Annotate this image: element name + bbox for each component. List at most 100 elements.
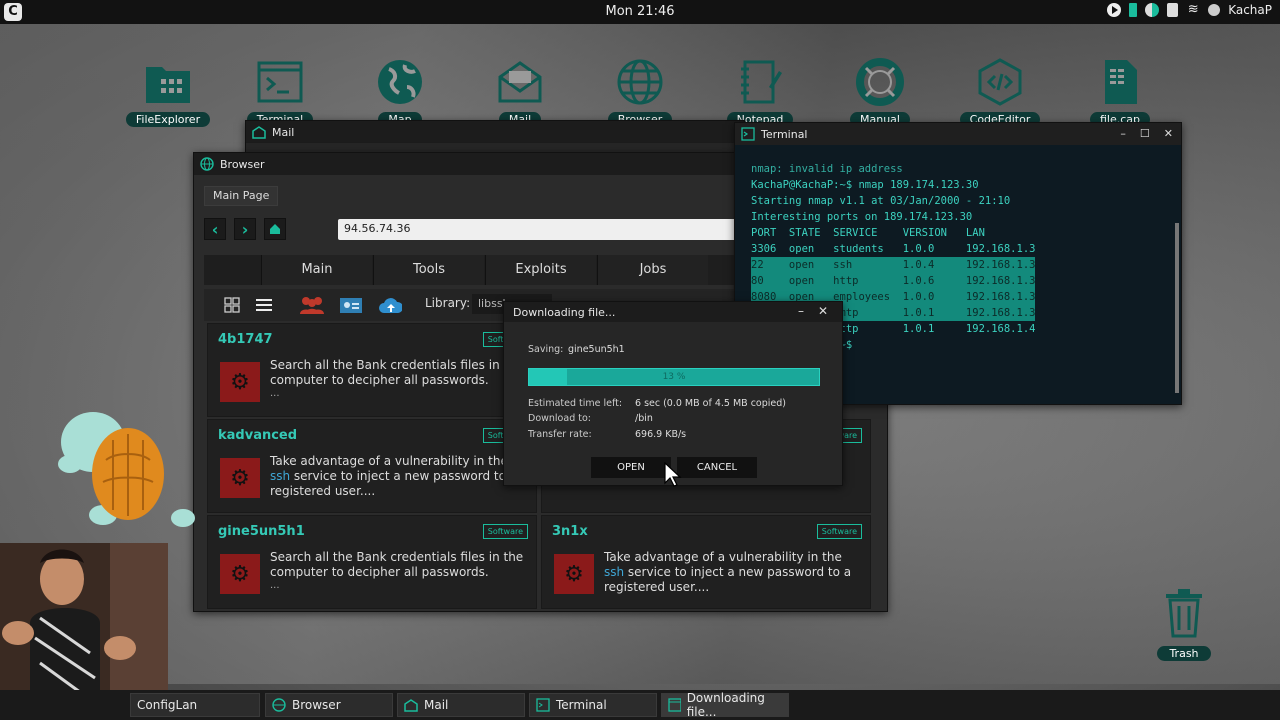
- terminal-icon: [536, 698, 550, 712]
- file-icon: [1105, 60, 1137, 104]
- mail-titlebar[interactable]: Mail: [246, 121, 744, 143]
- minimize-icon[interactable]: –: [798, 304, 804, 318]
- streamer-silhouette: [0, 543, 168, 711]
- card-description: Search all the Bank credentials files in…: [270, 550, 524, 579]
- open-button[interactable]: OPEN: [591, 457, 671, 478]
- trash-icon: [1166, 589, 1202, 638]
- mail-icon: [498, 61, 542, 103]
- close-icon[interactable]: ✕: [818, 304, 828, 318]
- back-button[interactable]: ‹: [204, 218, 226, 240]
- software-tag: Software: [482, 524, 528, 539]
- terminal-line: 80 open http 1.0.6 192.168.1.3: [751, 273, 1036, 289]
- mail-icon: [404, 699, 418, 712]
- id-card-icon[interactable]: [339, 293, 363, 317]
- eta-label: Estimated time left:: [528, 398, 623, 409]
- battery-icon[interactable]: [1129, 3, 1138, 17]
- tab-tools[interactable]: Tools: [373, 255, 484, 285]
- desktop-icon-manual[interactable]: Manual: [835, 56, 925, 127]
- mail-icon: [252, 126, 266, 139]
- taskbar-item-configlan[interactable]: ConfigLan: [130, 693, 260, 717]
- taskbar-label: Mail: [424, 698, 449, 712]
- terminal-icon: [741, 127, 755, 141]
- taskbar: ConfigLan Browser Mail Terminal Download…: [0, 690, 1280, 720]
- card-more: ...: [270, 388, 280, 399]
- download-to-value: /bin: [635, 413, 653, 424]
- card-title: 3n1x: [552, 524, 588, 539]
- taskbar-label: Downloading file...: [686, 691, 765, 719]
- taskbar-item-terminal[interactable]: Terminal: [529, 693, 657, 717]
- desktop-icon-mail[interactable]: Mail: [475, 56, 565, 127]
- gear-icon: ⚙: [554, 554, 594, 594]
- users-icon[interactable]: [300, 293, 324, 317]
- terminal-line: nmap: invalid ip address: [751, 163, 903, 175]
- scrollbar[interactable]: [1175, 223, 1179, 393]
- theme-icon[interactable]: [1145, 3, 1160, 17]
- desktop-icon-trash[interactable]: Trash: [1152, 588, 1216, 661]
- clipboard-icon[interactable]: [1167, 3, 1179, 17]
- play-icon[interactable]: [1107, 3, 1122, 17]
- maximize-icon[interactable]: ☐: [1140, 127, 1150, 140]
- forward-button[interactable]: ›: [234, 218, 256, 240]
- desktop-icon-terminal[interactable]: Terminal: [235, 56, 325, 127]
- system-tray: ≋ KachaP: [1107, 3, 1272, 17]
- browser-globe-icon: [617, 59, 663, 105]
- code-icon: [978, 58, 1022, 106]
- software-card[interactable]: 4b1747 Software ⚙ Search all the Bank cr…: [207, 323, 537, 417]
- download-dialog[interactable]: Downloading file... – ✕ Saving: gine5un5…: [503, 301, 843, 486]
- cloud-upload-icon[interactable]: [378, 293, 402, 317]
- terminal-line: KachaP@KachaP:~$ nmap 189.174.123.30: [751, 179, 979, 191]
- download-to-label: Download to:: [528, 413, 591, 424]
- window-title: Mail: [272, 125, 295, 139]
- desktop-icon-browser[interactable]: Browser: [595, 56, 685, 127]
- clock: Mon 21:46: [605, 4, 675, 19]
- cancel-button[interactable]: CANCEL: [677, 457, 757, 478]
- card-description: Search all the Bank credentials files in…: [270, 358, 524, 387]
- software-card[interactable]: kadvanced Software ⚙ Take advantage of a…: [207, 419, 537, 513]
- tab-main-page[interactable]: Main Page: [204, 186, 279, 206]
- taskbar-item-mail[interactable]: Mail: [397, 693, 525, 717]
- mouse-cursor-icon: [664, 462, 682, 487]
- terminal-line: 22 open ssh 1.0.4 192.168.1.3: [751, 257, 1036, 273]
- card-title: kadvanced: [218, 428, 298, 443]
- software-card[interactable]: 3n1x Software ⚙ Take advantage of a vuln…: [541, 515, 871, 609]
- card-more: ...: [270, 580, 280, 591]
- terminal-line: PORT STATE SERVICE VERSION LAN: [751, 227, 985, 239]
- user-icon[interactable]: [1208, 4, 1221, 16]
- close-icon[interactable]: ✕: [1164, 127, 1173, 140]
- webcam-overlay: [0, 543, 168, 711]
- taskbar-item-downloading[interactable]: Downloading file...: [661, 691, 789, 719]
- username[interactable]: KachaP: [1228, 3, 1272, 17]
- desktop-icon-label: FileExplorer: [125, 112, 211, 127]
- dialog-titlebar[interactable]: Downloading file...: [504, 302, 842, 322]
- grid-view-icon[interactable]: [220, 293, 244, 317]
- minimize-icon[interactable]: –: [1120, 127, 1126, 140]
- list-view-icon[interactable]: [252, 293, 276, 317]
- desktop-icon-map[interactable]: Map: [355, 56, 445, 127]
- terminal-line: Starting nmap v1.1 at 03/Jan/2000 - 21:1…: [751, 195, 1011, 207]
- gear-icon: ⚙: [220, 362, 260, 402]
- software-card[interactable]: gine5un5h1 Software ⚙ Search all the Ban…: [207, 515, 537, 609]
- browser-globe-icon: [272, 698, 286, 712]
- tab-jobs[interactable]: Jobs: [597, 255, 708, 285]
- desktop-icon-codeeditor[interactable]: CodeEditor: [955, 56, 1045, 127]
- window-title: Terminal: [761, 127, 808, 141]
- desktop-icon-notepad[interactable]: Notepad: [715, 56, 805, 127]
- card-title: gine5un5h1: [218, 524, 305, 539]
- terminal-line: 3306 open students 1.0.0 192.168.1.3: [751, 243, 1036, 255]
- url-input[interactable]: 94.56.74.36: [338, 219, 738, 240]
- terminal-titlebar[interactable]: Terminal: [735, 123, 1181, 145]
- dialog-controls: – ✕: [798, 304, 828, 318]
- trash-label: Trash: [1157, 646, 1211, 661]
- gear-icon: ⚙: [220, 554, 260, 594]
- home-button[interactable]: [264, 218, 286, 240]
- desktop-icon-fileexplorer[interactable]: FileExplorer: [123, 56, 213, 127]
- desktop-icon-file-cap[interactable]: file.cap: [1075, 56, 1165, 127]
- notepad-icon: [741, 60, 782, 104]
- tab-main[interactable]: Main: [261, 255, 372, 285]
- transfer-rate-value: 696.9 KB/s: [635, 429, 687, 440]
- wifi-icon[interactable]: ≋: [1186, 3, 1200, 17]
- tab-exploits[interactable]: Exploits: [485, 255, 596, 285]
- taskbar-label: Terminal: [556, 698, 607, 712]
- taskbar-item-browser[interactable]: Browser: [265, 693, 393, 717]
- window-title: Browser: [220, 157, 265, 171]
